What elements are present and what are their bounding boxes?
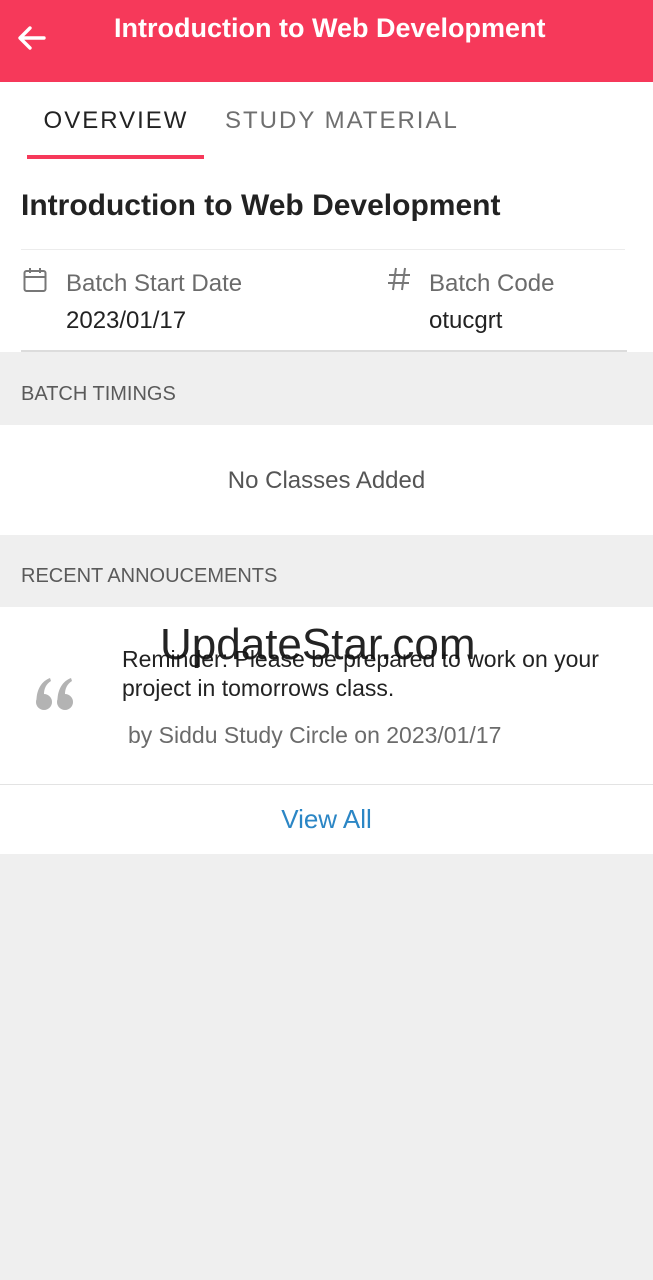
batch-timings-header: BATCH TIMINGS bbox=[21, 383, 176, 405]
page-title: Introduction to Web Development bbox=[114, 13, 546, 43]
batch-start-value: 2023/01/17 bbox=[66, 307, 187, 334]
announcement-byline: by Siddu Study Circle on 2023/01/17 bbox=[128, 722, 502, 748]
app-bar: Introduction to Web Development bbox=[0, 0, 653, 82]
empty-state-text: No Classes Added bbox=[227, 467, 426, 494]
recent-announcements-header: RECENT ANNOUCEMENTS bbox=[21, 565, 278, 587]
arrow-left-icon bbox=[18, 26, 46, 50]
watermark: UpdateStar.com bbox=[160, 620, 476, 669]
batch-code-value: otucgrt bbox=[429, 307, 503, 334]
course-info-card: Introduction to Web Development Batch St… bbox=[0, 159, 653, 352]
divider bbox=[21, 350, 627, 352]
hash-icon bbox=[388, 267, 410, 291]
calendar-icon bbox=[23, 268, 47, 292]
tab-overview[interactable]: OVERVIEW bbox=[28, 82, 204, 159]
batch-start-label: Batch Start Date bbox=[66, 270, 243, 297]
batch-timings-card: No Classes Added bbox=[0, 425, 653, 535]
tab-study-material[interactable]: STUDY MATERIAL bbox=[225, 82, 459, 159]
divider bbox=[0, 784, 653, 785]
quote-icon bbox=[36, 678, 73, 710]
back-button[interactable] bbox=[12, 20, 50, 56]
course-title: Introduction to Web Development bbox=[21, 189, 501, 222]
tab-bar: OVERVIEW STUDY MATERIAL bbox=[0, 82, 653, 159]
divider bbox=[21, 249, 625, 250]
batch-code-label: Batch Code bbox=[429, 270, 555, 297]
view-all-link[interactable]: View All bbox=[0, 804, 653, 835]
